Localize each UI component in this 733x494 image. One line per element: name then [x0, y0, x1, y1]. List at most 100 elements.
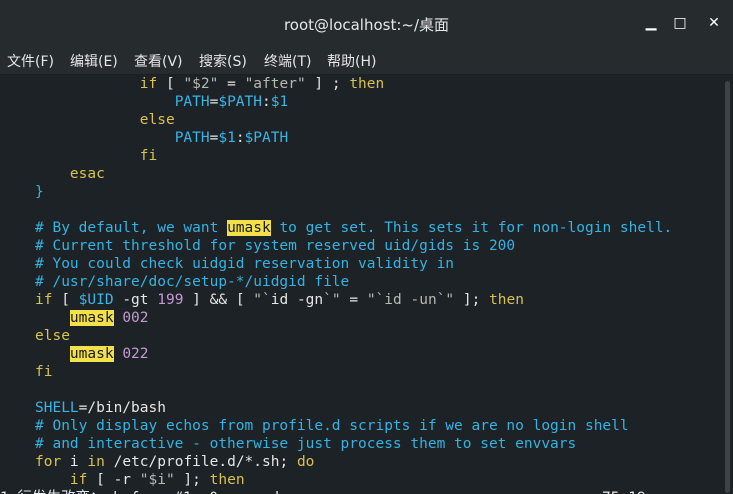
terminal-line: fi [35, 363, 52, 381]
terminal-line: # /usr/share/doc/setup-*/uidgid file [35, 273, 349, 291]
terminal-line: # You could check uidgid reservation val… [35, 255, 454, 273]
terminal-text: -gt [113, 292, 158, 308]
terminal-text: # Current threshold for system reserved … [35, 238, 516, 254]
terminal-text: 022 [122, 346, 149, 362]
terminal-text: ]; [174, 472, 210, 488]
terminal-text: $PATH [244, 130, 289, 146]
terminal-text: $PATH [218, 94, 262, 110]
scrollbar-thumb[interactable] [725, 81, 730, 493]
terminal-text: = [218, 76, 245, 92]
terminal-text: ]; [454, 292, 490, 308]
terminal-line: else [35, 111, 175, 129]
window-title: root@localhost:~/桌面 [283, 16, 450, 34]
menu-search[interactable]: 搜索(S) [199, 51, 247, 71]
terminal-text: `" [436, 292, 455, 308]
menu-edit[interactable]: 编辑(E) [70, 51, 118, 71]
terminal-line: if [ "$2" = "after" ] ; then [35, 75, 384, 93]
terminal-text: # /usr/share/doc/setup-*/uidgid file [35, 274, 350, 290]
terminal-text: # By default, we want [35, 220, 228, 236]
terminal-text: "$2" [183, 76, 219, 92]
terminal-text: = [340, 292, 367, 308]
terminal-text: PATH [174, 94, 210, 110]
terminal-text: 199 [157, 292, 184, 308]
terminal-text: [ [157, 76, 184, 92]
terminal-text: if [139, 76, 158, 92]
terminal-text: [ [52, 292, 79, 308]
terminal-line: esac [35, 165, 105, 183]
terminal-text: $1 [218, 130, 236, 146]
terminal-text: =/bin/bash [78, 400, 166, 416]
terminal-text: esac [69, 166, 105, 182]
minimize-icon[interactable]: ▁ [640, 12, 662, 34]
terminal-text: `" [323, 292, 341, 308]
terminal-line: for i in /etc/profile.d/*.sh; do [35, 453, 314, 471]
terminal-text: PATH [174, 130, 210, 146]
terminal-text: : [262, 94, 271, 110]
vim-status-line: 1 行发生改变； before #1 0 seconds ago 75,19 8… [0, 489, 722, 494]
terminal-text: fi [139, 148, 158, 164]
terminal-text: $UID [78, 292, 114, 308]
terminal-text: else [35, 328, 70, 344]
terminal-text: umask [69, 346, 114, 362]
terminal-line: if [ $UID -gt 199 ] && [ "`id -gn`" = "`… [35, 291, 524, 309]
terminal-text: "after" [244, 76, 306, 92]
terminal-text: SHELL [35, 400, 79, 416]
terminal-line: umask 022 [35, 345, 149, 363]
terminal-text: /etc/profile.d/*.sh; [104, 454, 297, 470]
terminal-text: umask [227, 220, 271, 236]
menu-view[interactable]: 查看(V) [134, 51, 183, 71]
terminal-text: "` [253, 292, 271, 308]
close-icon[interactable]: ✕ [703, 12, 725, 34]
title-bar: root@localhost:~/桌面 ▁ □ ✕ [0, 0, 733, 46]
menu-terminal[interactable]: 终端(T) [264, 51, 311, 71]
terminal-text: to get set. This sets it for non-login s… [270, 220, 673, 236]
terminal-text: else [139, 112, 175, 128]
terminal-text: "$i" [139, 472, 175, 488]
terminal-text: ] ; [305, 76, 350, 92]
terminal-text: i [61, 454, 88, 470]
terminal-text: then [489, 292, 524, 308]
menu-help[interactable]: 帮助(H) [327, 51, 376, 71]
terminal-text: for [35, 454, 62, 470]
terminal-text: if [35, 292, 53, 308]
terminal-text: if [69, 472, 88, 488]
terminal-line: SHELL=/bin/bash [35, 399, 166, 417]
terminal-text: "` [366, 292, 385, 308]
terminal-text: 002 [122, 310, 149, 326]
terminal-text: id -un [384, 292, 437, 308]
terminal-text: id -gn [270, 292, 324, 308]
terminal-line: # Only display echos from profile.d scri… [35, 417, 629, 435]
terminal-text: in [87, 454, 105, 470]
menu-bar: 文件(F) 编辑(E) 查看(V) 搜索(S) 终端(T) 帮助(H) [0, 46, 733, 75]
terminal-text: then [209, 472, 245, 488]
terminal-line: umask 002 [35, 309, 149, 327]
terminal-line: if [ -r "$i" ]; then [35, 471, 245, 489]
terminal-text: fi [35, 364, 53, 380]
terminal-text: # and interactive - otherwise just proce… [35, 436, 577, 452]
terminal-text: [ -r [87, 472, 140, 488]
menu-file[interactable]: 文件(F) [7, 51, 54, 71]
terminal-text: umask [69, 310, 114, 326]
terminal-text: } [35, 184, 44, 200]
terminal-line: PATH=$1:$PATH [35, 129, 289, 147]
terminal-line: else [35, 327, 70, 345]
terminal-text: ] && [ [183, 292, 254, 308]
terminal-text: : [235, 130, 245, 146]
terminal-area[interactable]: if [ "$2" = "after" ] ; then PATH = $PATH:… [0, 75, 722, 494]
maximize-icon[interactable]: □ [669, 12, 691, 34]
scrollbar[interactable] [722, 75, 733, 494]
terminal-text: then [349, 76, 385, 92]
terminal-line: fi [35, 147, 157, 165]
terminal-text: # Only display echos from profile.d scri… [35, 418, 629, 434]
terminal-text: # You could check uidgid reservation val… [35, 256, 455, 272]
